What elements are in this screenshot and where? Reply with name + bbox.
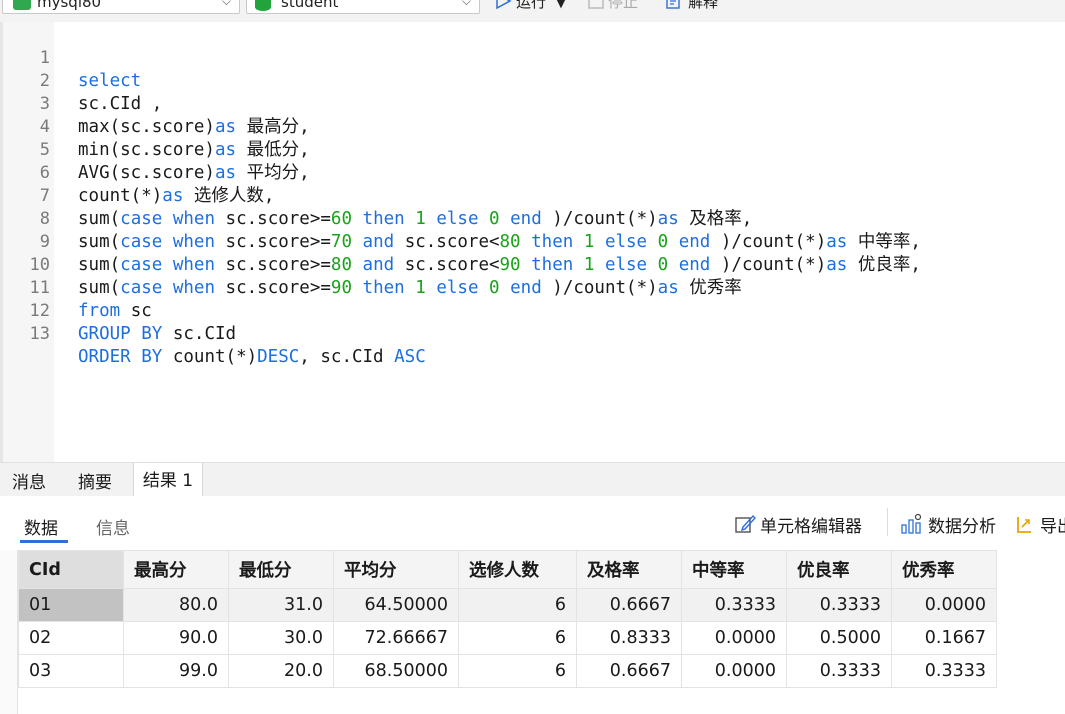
- result-toolbar: 数据 信息 单元格编辑器 数据分析 导出: [0, 496, 1065, 550]
- code-line: 8 sum(case when sc.score>=70 and sc.scor…: [0, 185, 1065, 252]
- column-header[interactable]: CId: [18, 550, 124, 589]
- code-line: 3 max(sc.score)as 最高分,: [0, 70, 1065, 137]
- code-line: 7 sum(case when sc.score>=60 then 1 else…: [0, 162, 1065, 229]
- stop-icon: [588, 0, 604, 13]
- table-cell[interactable]: 30.0: [228, 621, 334, 655]
- table-cell[interactable]: 03: [18, 654, 124, 688]
- table-cell[interactable]: 0.3333: [786, 654, 892, 688]
- explain-label: 解释: [688, 0, 719, 11]
- explain-button[interactable]: 解释: [666, 0, 718, 13]
- table-cell[interactable]: 80.0: [123, 588, 229, 622]
- tab-messages[interactable]: 消息: [0, 463, 58, 497]
- code-line: 9 sum(case when sc.score>=80 and sc.scor…: [0, 208, 1065, 275]
- table-cell[interactable]: 0.3333: [891, 654, 997, 688]
- edit-icon: [734, 513, 756, 540]
- export-button[interactable]: 导出: [1014, 512, 1065, 540]
- connection-label: mysql80: [37, 0, 102, 11]
- table-cell[interactable]: 6: [458, 654, 577, 688]
- table-cell[interactable]: 31.0: [228, 588, 334, 622]
- table-row[interactable]: 03 99.0 20.0 68.50000 6 0.6667 0.0000 0.…: [18, 654, 997, 688]
- database-select[interactable]: student ⌵: [246, 0, 480, 14]
- explain-icon: [666, 0, 684, 14]
- sql-editor[interactable]: 1 select 2 sc.CId , 3 max(sc.score)as 最高…: [0, 22, 1065, 462]
- line-number: 13: [29, 324, 50, 344]
- toolbar: mysql80 ⌵ student ⌵ 运行 ▼ 停止 解释: [0, 0, 1065, 22]
- header-row: CId 最高分 最低分 平均分 选修人数 及格率 中等率 优良率 优秀率: [18, 550, 997, 589]
- database-icon: [255, 0, 271, 11]
- column-header[interactable]: 选修人数: [458, 550, 577, 589]
- connection-select[interactable]: mysql80 ⌵: [2, 0, 240, 14]
- cell-editor-label: 单元格编辑器: [760, 517, 862, 537]
- subtab-data[interactable]: 数据: [24, 514, 58, 539]
- run-button[interactable]: 运行 ▼: [494, 0, 565, 13]
- code-line: 11 from sc: [0, 254, 1065, 321]
- table-cell[interactable]: 02: [18, 621, 124, 655]
- code-line: 1 select: [0, 24, 1065, 91]
- table-cell[interactable]: 6: [458, 588, 577, 622]
- tab-summary[interactable]: 摘要: [64, 463, 126, 497]
- tab-result-1[interactable]: 结果 1: [133, 463, 203, 498]
- stop-button[interactable]: 停止: [588, 0, 638, 13]
- table-cell[interactable]: 6: [458, 621, 577, 655]
- table-cell[interactable]: 01: [18, 588, 124, 622]
- result-grid: CId 最高分 最低分 平均分 选修人数 及格率 中等率 优良率 优秀率 01 …: [18, 550, 997, 688]
- connection-icon: [13, 0, 31, 10]
- table-cell[interactable]: 64.50000: [333, 588, 459, 622]
- column-header[interactable]: 中等率: [681, 550, 787, 589]
- chevron-down-icon: ▼: [556, 0, 566, 10]
- result-tabs: 消息 摘要 结果 1: [0, 462, 1065, 498]
- play-icon: [494, 0, 512, 14]
- run-label: 运行: [516, 0, 547, 11]
- chart-icon: [900, 513, 924, 540]
- code-line: 5 AVG(sc.score)as 平均分,: [0, 116, 1065, 183]
- data-analysis-label: 数据分析: [928, 517, 996, 537]
- table-cell[interactable]: 90.0: [123, 621, 229, 655]
- code-line: 2 sc.CId ,: [0, 47, 1065, 114]
- column-header[interactable]: 平均分: [333, 550, 459, 589]
- table-cell[interactable]: 0.8333: [576, 621, 682, 655]
- table-cell[interactable]: 0.6667: [576, 588, 682, 622]
- code-line: 12 GROUP BY sc.CId: [0, 277, 1065, 344]
- column-header[interactable]: 优秀率: [891, 550, 997, 589]
- export-label: 导出: [1040, 517, 1065, 537]
- table-cell[interactable]: 0.1667: [891, 621, 997, 655]
- table-cell[interactable]: 99.0: [123, 654, 229, 688]
- table-cell[interactable]: 0.3333: [786, 588, 892, 622]
- cell-editor-button[interactable]: 单元格编辑器: [734, 512, 862, 540]
- chevron-down-icon: ⌵: [461, 0, 471, 8]
- code-line: 4 min(sc.score)as 最低分,: [0, 93, 1065, 160]
- code-line: 6 count(*)as 选修人数,: [0, 139, 1065, 206]
- table-cell[interactable]: 0.0000: [681, 654, 787, 688]
- code-line: 10 sum(case when sc.score>=90 then 1 els…: [0, 231, 1065, 298]
- stop-label: 停止: [608, 0, 639, 11]
- table-cell[interactable]: 0.0000: [681, 621, 787, 655]
- column-header[interactable]: 最低分: [228, 550, 334, 589]
- table-row[interactable]: 01 80.0 31.0 64.50000 6 0.6667 0.3333 0.…: [18, 588, 997, 622]
- database-label: student: [281, 0, 339, 11]
- table-row[interactable]: 02 90.0 30.0 72.66667 6 0.8333 0.0000 0.…: [18, 621, 997, 655]
- table-cell[interactable]: 0.5000: [786, 621, 892, 655]
- table-cell[interactable]: 68.50000: [333, 654, 459, 688]
- table-cell[interactable]: 0.3333: [681, 588, 787, 622]
- divider: [887, 508, 888, 536]
- code-line: 13 ORDER BY count(*)DESC, sc.CId ASC: [0, 300, 1065, 367]
- table-cell[interactable]: 0.0000: [891, 588, 997, 622]
- data-analysis-button[interactable]: 数据分析: [900, 512, 996, 540]
- table-cell[interactable]: 72.66667: [333, 621, 459, 655]
- table-cell[interactable]: 0.6667: [576, 654, 682, 688]
- subtab-info[interactable]: 信息: [96, 514, 130, 539]
- column-header[interactable]: 及格率: [576, 550, 682, 589]
- row-selector-column[interactable]: [0, 550, 18, 714]
- table-cell[interactable]: 20.0: [228, 654, 334, 688]
- chevron-down-icon: ⌵: [221, 0, 231, 8]
- column-header[interactable]: 优良率: [786, 550, 892, 589]
- column-header[interactable]: 最高分: [123, 550, 229, 589]
- active-tab-indicator: [20, 540, 68, 543]
- export-icon: [1014, 513, 1036, 540]
